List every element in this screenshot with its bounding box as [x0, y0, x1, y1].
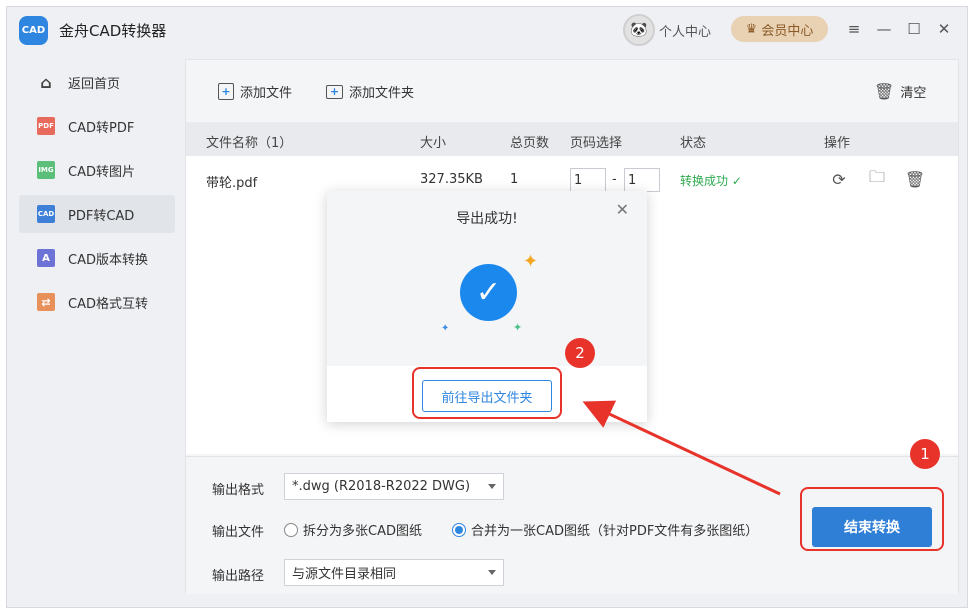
- cad-file-icon: CAD: [37, 205, 55, 223]
- add-file-icon: +: [218, 83, 234, 100]
- sidebar-item-cad-version[interactable]: A CAD版本转换: [19, 239, 175, 277]
- sidebar-item-label: CAD转图片: [68, 164, 135, 180]
- menu-icon[interactable]: ≡: [843, 18, 865, 40]
- output-format-value: *.dwg (R2018-R2022 DWG): [292, 479, 471, 494]
- output-format-label: 输出格式: [212, 483, 265, 498]
- output-file-label: 输出文件: [212, 525, 265, 540]
- output-path-value: 与源文件目录相同: [292, 567, 397, 582]
- success-check-icon: ✓: [460, 264, 517, 321]
- minimize-icon[interactable]: —: [873, 18, 895, 40]
- dialog-title: 导出成功!: [456, 211, 518, 227]
- header-pages: 总页数: [510, 136, 550, 151]
- step-number-badge: 1: [910, 439, 940, 469]
- sidebar-item-cad-to-pdf[interactable]: PDF CAD转PDF: [19, 107, 175, 145]
- sparkle-icon: ✦: [441, 323, 450, 334]
- radio-unchecked-icon: [284, 522, 298, 537]
- add-folder-icon: +: [326, 84, 343, 99]
- pdf-file-icon: PDF: [37, 117, 55, 135]
- status-badge: 转换成功 ✓: [680, 174, 742, 188]
- home-icon: ⌂: [40, 72, 52, 92]
- sidebar-item-label: CAD版本转换: [68, 252, 148, 268]
- sidebar-item-label: CAD转PDF: [68, 120, 135, 136]
- page-to-input[interactable]: [624, 168, 660, 192]
- crown-icon: ♛: [745, 21, 758, 37]
- split-radio-label: 拆分为多张CAD图纸: [303, 524, 422, 539]
- app-logo-icon: CAD: [19, 16, 48, 45]
- image-file-icon: IMG: [37, 161, 55, 179]
- output-format-select[interactable]: *.dwg (R2018-R2022 DWG): [284, 473, 504, 500]
- output-path-select[interactable]: 与源文件目录相同: [284, 559, 504, 586]
- radio-checked-icon: [452, 522, 466, 537]
- delete-icon[interactable]: 🗑: [904, 168, 926, 190]
- close-icon[interactable]: ✕: [933, 18, 955, 40]
- vip-center-label: 会员中心: [761, 23, 814, 39]
- add-file-label: 添加文件: [240, 86, 293, 101]
- folder-icon[interactable]: 🗀: [866, 167, 888, 190]
- header-status: 状态: [680, 136, 707, 151]
- file-pages: 1: [510, 172, 519, 187]
- sidebar-item-cad-to-image[interactable]: IMG CAD转图片: [19, 151, 175, 189]
- chevron-down-icon: [488, 570, 496, 575]
- merge-radio-label: 合并为一张CAD图纸（针对PDF文件有多张图纸）: [471, 524, 759, 539]
- vip-center-button[interactable]: ♛ 会员中心: [731, 16, 828, 42]
- page-from-input[interactable]: [570, 168, 606, 192]
- highlight-box-step2: [412, 367, 562, 419]
- sidebar-item-label: CAD格式互转: [68, 296, 148, 312]
- close-icon[interactable]: ✕: [616, 200, 629, 219]
- app-title: 金舟CAD转换器: [59, 22, 167, 40]
- sparkle-icon: ✦: [523, 251, 539, 272]
- split-radio[interactable]: 拆分为多张CAD图纸: [284, 520, 422, 539]
- sparkle-icon: ✦: [513, 321, 523, 334]
- add-folder-label: 添加文件夹: [349, 86, 415, 101]
- clear-button[interactable]: 🗑 清空: [874, 82, 926, 101]
- version-file-icon: A: [37, 249, 55, 267]
- header-page-select: 页码选择: [570, 136, 623, 151]
- sidebar-item-pdf-to-cad[interactable]: CAD PDF转CAD: [19, 195, 175, 233]
- chevron-down-icon: [488, 484, 496, 489]
- format-convert-icon: ⇄: [37, 293, 55, 311]
- sidebar-item-home[interactable]: ⌂ 返回首页: [19, 63, 175, 101]
- file-name: 带轮.pdf: [206, 176, 258, 191]
- add-folder-button[interactable]: + 添加文件夹: [326, 82, 414, 101]
- header-size: 大小: [420, 136, 447, 151]
- maximize-icon[interactable]: ☐: [903, 18, 925, 40]
- toolbar: + 添加文件 + 添加文件夹 🗑 清空: [186, 60, 958, 120]
- sidebar-item-label: 返回首页: [68, 76, 121, 92]
- step-number-badge: 2: [565, 338, 595, 368]
- clear-label: 清空: [900, 86, 927, 101]
- page-separator: -: [612, 172, 617, 187]
- header-actions: 操作: [824, 136, 851, 151]
- sidebar-item-cad-format[interactable]: ⇄ CAD格式互转: [19, 283, 175, 321]
- file-size: 327.35KB: [420, 172, 483, 187]
- title-bar: CAD 金舟CAD转换器 🐼 个人中心 ♛ 会员中心 ≡ — ☐ ✕: [7, 7, 967, 53]
- add-file-button[interactable]: + 添加文件: [218, 82, 292, 101]
- merge-radio[interactable]: 合并为一张CAD图纸（针对PDF文件有多张图纸）: [452, 520, 758, 539]
- sidebar: ⌂ 返回首页 PDF CAD转PDF IMG CAD转图片 CAD PDF转CA…: [19, 63, 175, 327]
- output-path-label: 输出路径: [212, 569, 265, 584]
- refresh-icon[interactable]: ⟳: [828, 168, 850, 190]
- trash-icon: 🗑: [874, 82, 895, 101]
- highlight-box-step1: [800, 487, 944, 551]
- header-name: 文件名称（1）: [206, 136, 293, 151]
- user-center-link[interactable]: 个人中心: [659, 21, 711, 40]
- user-avatar[interactable]: 🐼: [623, 14, 655, 46]
- table-header: 文件名称（1） 大小 总页数 页码选择 状态 操作: [186, 122, 958, 156]
- sidebar-item-label: PDF转CAD: [68, 208, 135, 224]
